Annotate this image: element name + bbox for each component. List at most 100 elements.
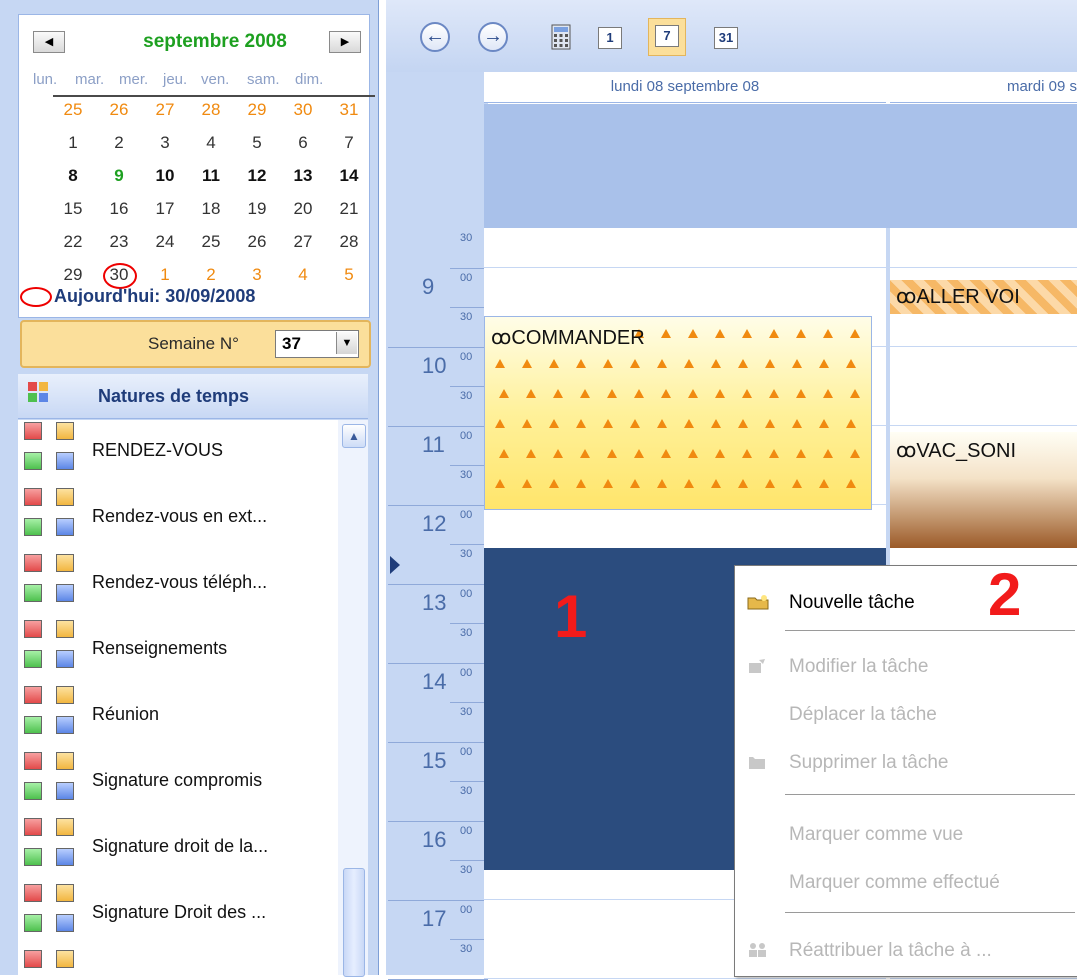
calendar-day[interactable]: 26: [99, 99, 139, 121]
calendar-day[interactable]: 28: [191, 99, 231, 121]
time-slot[interactable]: [484, 267, 886, 308]
calendar-day[interactable]: 9: [99, 165, 139, 187]
event-vac[interactable]: ꝏVAC_SONI: [890, 432, 1077, 548]
calendar-day[interactable]: 22: [53, 231, 93, 253]
menu-item-mark-seen[interactable]: Marquer comme vue: [735, 812, 1077, 856]
half-hour-line: [450, 544, 488, 545]
hour-label: 17: [422, 905, 447, 931]
nature-item[interactable]: [18, 948, 338, 975]
nature-item[interactable]: Signature droit de la...: [18, 816, 338, 880]
calendar-day[interactable]: 2: [99, 132, 139, 154]
time-slot[interactable]: [484, 504, 886, 545]
menu-separator: [785, 630, 1075, 631]
scroll-thumb[interactable]: [343, 868, 365, 977]
calendar-day[interactable]: 29: [53, 264, 93, 286]
day-header[interactable]: mardi 09 s: [890, 72, 1077, 103]
calendar-day[interactable]: 1: [53, 132, 93, 154]
pattern-triangle-icon: [769, 449, 779, 458]
time-slot[interactable]: [890, 346, 1077, 387]
scroll-up-icon[interactable]: ▲: [342, 424, 366, 448]
event-commander[interactable]: ꝏCOMMANDER: [484, 316, 872, 510]
back-arrow-icon[interactable]: ←: [420, 22, 450, 52]
natures-scrollbar[interactable]: ▲: [338, 420, 368, 977]
calendar-day[interactable]: 2: [191, 264, 231, 286]
forward-arrow-icon[interactable]: →: [478, 22, 508, 52]
calendar-day[interactable]: 23: [99, 231, 139, 253]
nature-item[interactable]: Signature compromis: [18, 750, 338, 814]
next-month-button[interactable]: ▶: [329, 31, 361, 53]
calendar-day[interactable]: 28: [329, 231, 369, 253]
nature-item[interactable]: Rendez-vous téléph...: [18, 552, 338, 616]
today-label: Aujourd'hui: 30/09/2008: [54, 286, 256, 306]
day-view-button[interactable]: 1: [598, 27, 622, 49]
calendar-day[interactable]: 30: [99, 263, 139, 289]
today-link[interactable]: Aujourd'hui: 30/09/2008: [20, 286, 256, 308]
pattern-triangle-icon: [495, 479, 505, 488]
prev-month-button[interactable]: ◀: [33, 31, 65, 53]
nature-item[interactable]: RENDEZ-VOUS: [18, 420, 338, 484]
pattern-triangle-icon: [796, 389, 806, 398]
calendar-day[interactable]: 7: [329, 132, 369, 154]
calendar-day[interactable]: 26: [237, 231, 277, 253]
day-header[interactable]: lundi 08 septembre 08: [484, 72, 886, 103]
calendar-day[interactable]: 29: [237, 99, 277, 121]
calendar-day[interactable]: 4: [191, 132, 231, 154]
calendar-day[interactable]: 30: [283, 99, 323, 121]
calendar-day[interactable]: 19: [237, 198, 277, 220]
calendar-day[interactable]: 25: [191, 231, 231, 253]
menu-item-move-task[interactable]: Déplacer la tâche: [735, 692, 1077, 736]
weekday-label: ven.: [201, 71, 230, 88]
calendar-day[interactable]: 27: [145, 99, 185, 121]
pattern-triangle-icon: [661, 389, 671, 398]
color-swatch-icon: [24, 686, 42, 704]
calendar-day[interactable]: 31: [329, 99, 369, 121]
calendar-day[interactable]: 11: [191, 165, 231, 187]
calendar-day[interactable]: 16: [99, 198, 139, 220]
pattern-triangle-icon: [769, 389, 779, 398]
calendar-day[interactable]: 6: [283, 132, 323, 154]
calendar-day[interactable]: 3: [145, 132, 185, 154]
calendar-day[interactable]: 12: [237, 165, 277, 187]
time-slot[interactable]: [890, 228, 1077, 268]
left-panel: ◀ septembre 2008 ▶ lun. mar. mer. jeu. v…: [0, 0, 379, 977]
month-view-button[interactable]: 31: [714, 27, 738, 49]
calendar-day[interactable]: 21: [329, 198, 369, 220]
menu-item-reassign-task[interactable]: Réattribuer la tâche à ...: [735, 928, 1077, 972]
calendar-day[interactable]: 8: [53, 165, 93, 187]
nature-item[interactable]: Signature Droit des ...: [18, 882, 338, 946]
calendar-day[interactable]: 4: [283, 264, 323, 286]
event-aller[interactable]: ꝏALLER VOI: [890, 280, 1077, 314]
calendar-day[interactable]: 14: [329, 165, 369, 187]
glasses-icon: ꝏ: [896, 286, 917, 308]
calendar-day[interactable]: 18: [191, 198, 231, 220]
week-number-select[interactable]: 37 ▼: [275, 330, 359, 358]
calendar-day[interactable]: 13: [283, 165, 323, 187]
calendar-day[interactable]: 27: [283, 231, 323, 253]
calendar-day[interactable]: 15: [53, 198, 93, 220]
calendar-day[interactable]: 24: [145, 231, 185, 253]
hour-line: [388, 741, 488, 743]
time-slot[interactable]: [890, 386, 1077, 426]
nature-item[interactable]: Rendez-vous en ext...: [18, 486, 338, 550]
menu-item-new-task[interactable]: Nouvelle tâche: [735, 580, 1077, 624]
calendar-day[interactable]: 20: [283, 198, 323, 220]
pattern-triangle-icon: [796, 449, 806, 458]
glasses-icon: ꝏ: [896, 440, 917, 462]
all-day-area[interactable]: [484, 104, 1077, 228]
calendar-day[interactable]: 1: [145, 264, 185, 286]
week-view-button[interactable]: 7: [648, 18, 686, 56]
dropdown-arrow-icon[interactable]: ▼: [336, 332, 357, 354]
calendar-day[interactable]: 10: [145, 165, 185, 187]
calendar-day[interactable]: 5: [237, 132, 277, 154]
menu-item-mark-done[interactable]: Marquer comme effectué: [735, 860, 1077, 904]
calendar-day[interactable]: 25: [53, 99, 93, 121]
menu-item-delete-task[interactable]: Supprimer la tâche: [735, 740, 1077, 784]
calendar-day[interactable]: 5: [329, 264, 369, 286]
nature-item[interactable]: Renseignements: [18, 618, 338, 682]
calculator-icon[interactable]: [546, 24, 576, 54]
time-slot[interactable]: [484, 228, 886, 268]
calendar-day[interactable]: 3: [237, 264, 277, 286]
nature-item[interactable]: Réunion: [18, 684, 338, 748]
menu-item-edit-task[interactable]: Modifier la tâche: [735, 644, 1077, 688]
calendar-day[interactable]: 17: [145, 198, 185, 220]
